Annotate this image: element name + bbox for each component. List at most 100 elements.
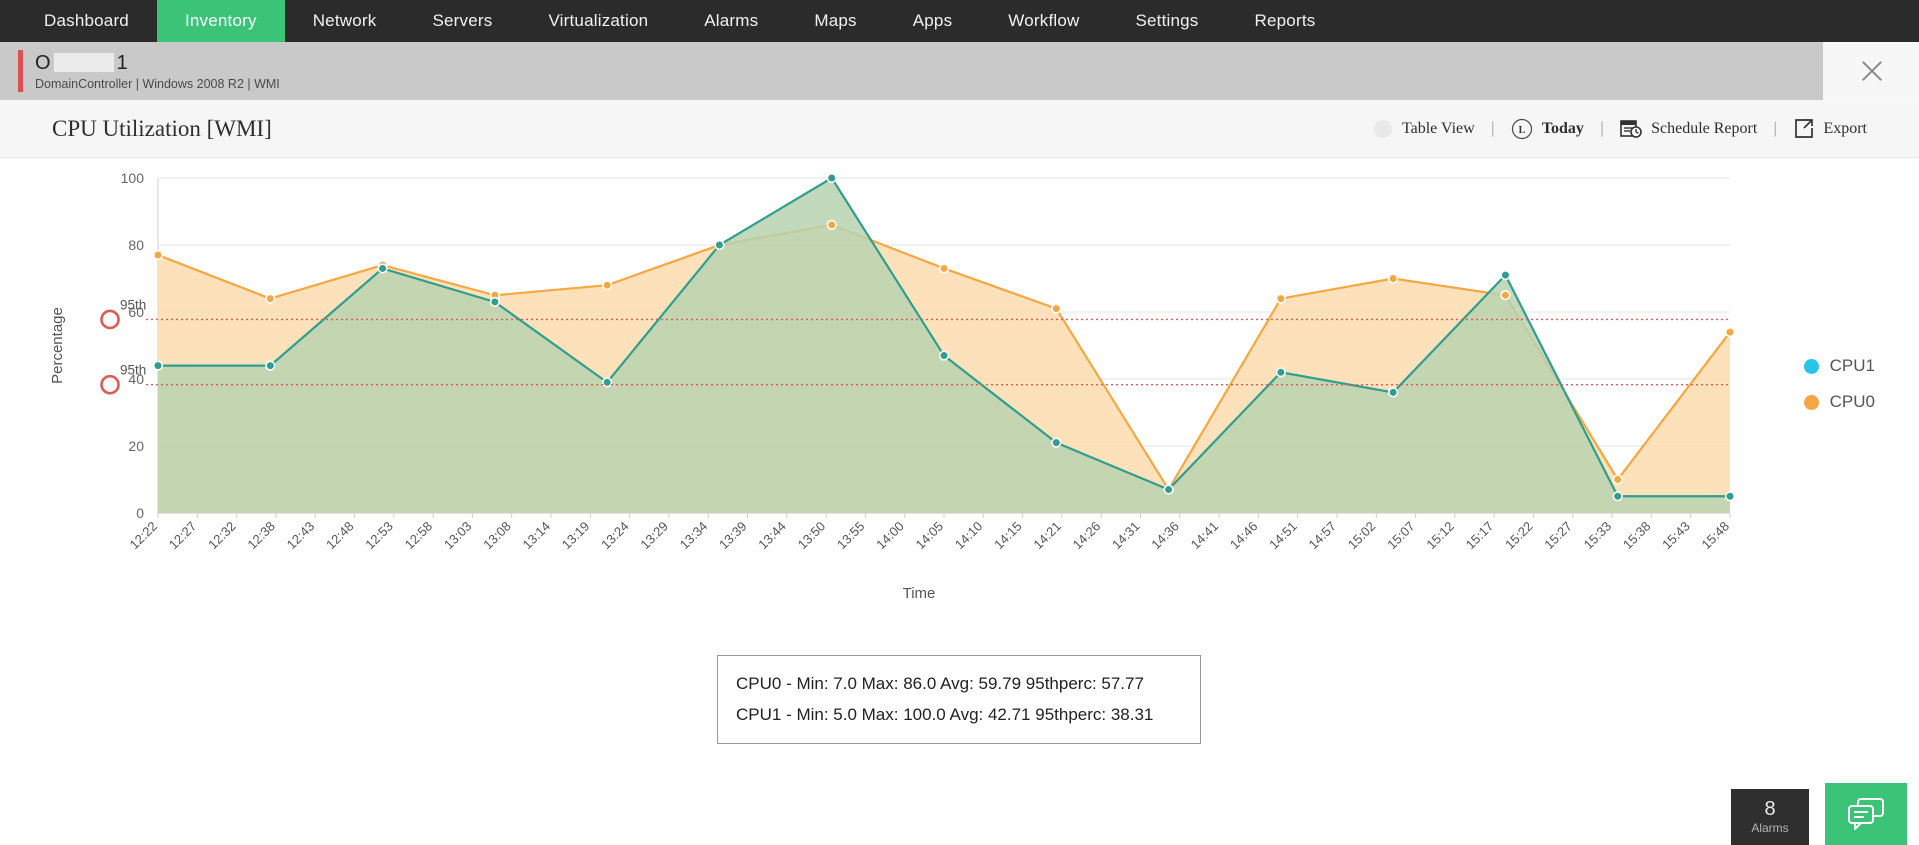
x-axis-tick-label: 14:46	[1227, 519, 1261, 553]
percentile-marker-cpu0[interactable]	[102, 311, 119, 328]
nav-item-dashboard[interactable]: Dashboard	[16, 0, 157, 42]
nav-item-inventory[interactable]: Inventory	[157, 0, 285, 42]
device-name: O 1	[35, 52, 280, 74]
data-point-cpu1[interactable]	[940, 351, 949, 360]
y-axis-tick-label: 80	[128, 237, 144, 253]
clock-icon: L	[1511, 118, 1533, 140]
legend-item-cpu1[interactable]: CPU1	[1804, 356, 1875, 376]
x-axis-tick-label: 13:34	[677, 519, 711, 553]
data-point-cpu1[interactable]	[1277, 368, 1286, 377]
x-axis-tick-label: 15:27	[1541, 519, 1575, 553]
toolbar-schedule-report-button[interactable]: Schedule Report	[1606, 118, 1771, 139]
data-point-cpu0[interactable]	[1277, 294, 1286, 303]
x-axis-tick-label: 15:43	[1659, 519, 1693, 553]
data-point-cpu1[interactable]	[1164, 485, 1173, 494]
toolbar-today-button[interactable]: L Today	[1497, 118, 1598, 140]
x-axis-tick-label: 13:44	[755, 519, 789, 553]
data-point-cpu0[interactable]	[1501, 291, 1510, 300]
x-axis-tick-label: 13:24	[598, 519, 632, 553]
close-button[interactable]	[1823, 42, 1919, 100]
x-axis-tick-label: 12:27	[166, 519, 200, 553]
data-point-cpu0[interactable]	[1726, 328, 1735, 337]
data-point-cpu0[interactable]	[154, 251, 163, 260]
data-point-cpu0[interactable]	[1389, 274, 1398, 283]
y-axis-tick-label: 100	[121, 170, 145, 186]
chat-widget[interactable]	[1825, 783, 1907, 845]
device-name-prefix: O	[35, 52, 51, 74]
x-axis-tick-label: 14:21	[1030, 519, 1064, 553]
percentile-marker-cpu1[interactable]	[102, 376, 119, 393]
legend-swatch-icon	[1804, 395, 1819, 410]
toolbar-table-view-button[interactable]: Table View	[1359, 119, 1489, 139]
x-axis-tick-label: 15:12	[1423, 519, 1457, 553]
data-point-cpu0[interactable]	[1613, 475, 1622, 484]
data-point-cpu0[interactable]	[1052, 304, 1061, 313]
percentile-label-cpu0: 95th	[120, 297, 146, 312]
x-axis-tick-label: 12:58	[402, 519, 436, 553]
x-axis-tick-label: 15:07	[1384, 519, 1418, 553]
x-axis-tick-label: 13:55	[834, 519, 868, 553]
x-axis-tick-label: 13:08	[480, 519, 514, 553]
x-axis-tick-label: 14:10	[952, 519, 986, 553]
legend-label: CPU0	[1830, 392, 1875, 412]
x-axis-tick-label: 14:31	[1109, 519, 1143, 553]
data-point-cpu1[interactable]	[1052, 438, 1061, 447]
data-point-cpu0[interactable]	[266, 294, 275, 303]
y-axis-tick-label: 0	[136, 505, 144, 521]
toolbar-separator: |	[1771, 120, 1779, 138]
data-point-cpu0[interactable]	[603, 281, 612, 290]
toolbar-export-button[interactable]: Export	[1779, 118, 1881, 139]
data-point-cpu1[interactable]	[266, 361, 275, 370]
toolbar-label: Table View	[1402, 120, 1475, 138]
data-point-cpu1[interactable]	[378, 264, 387, 273]
data-point-cpu1[interactable]	[827, 174, 836, 183]
chart-titlebar: CPU Utilization [WMI] Table View|LToday|…	[0, 100, 1919, 158]
stats-line: CPU0 - Min: 7.0 Max: 86.0 Avg: 59.79 95t…	[736, 668, 1182, 699]
nav-item-workflow[interactable]: Workflow	[980, 0, 1107, 42]
chart-legend: CPU1 CPU0	[1804, 356, 1875, 412]
svg-text:L: L	[1518, 125, 1525, 136]
nav-item-servers[interactable]: Servers	[404, 0, 520, 42]
y-axis-tick-label: 20	[128, 438, 144, 454]
cpu-utilization-area-chart: 020406080100Percentage95th95th12:2212:27…	[0, 158, 1919, 618]
table-view-icon	[1373, 119, 1393, 139]
data-point-cpu1[interactable]	[715, 241, 724, 250]
chart-toolbar: Table View|LToday|Schedule Report|Export	[1359, 118, 1881, 140]
nav-item-maps[interactable]: Maps	[786, 0, 884, 42]
nav-item-alarms[interactable]: Alarms	[676, 0, 786, 42]
nav-item-settings[interactable]: Settings	[1107, 0, 1226, 42]
data-point-cpu1[interactable]	[1501, 271, 1510, 280]
alarms-widget[interactable]: 8 Alarms	[1731, 789, 1809, 845]
nav-item-virtualization[interactable]: Virtualization	[520, 0, 676, 42]
x-axis-tick-label: 13:03	[441, 519, 475, 553]
legend-label: CPU1	[1830, 356, 1875, 376]
data-point-cpu1[interactable]	[1726, 492, 1735, 501]
data-point-cpu1[interactable]	[1389, 388, 1398, 397]
toolbar-label: Today	[1542, 120, 1584, 138]
x-axis-tick-label: 14:15	[991, 519, 1025, 553]
data-point-cpu0[interactable]	[827, 221, 836, 230]
data-point-cpu1[interactable]	[491, 298, 500, 307]
data-point-cpu1[interactable]	[1613, 492, 1622, 501]
x-axis-tick-label: 14:00	[873, 519, 907, 553]
toolbar-separator: |	[1598, 120, 1606, 138]
device-name-redacted	[54, 53, 114, 72]
x-axis-tick-label: 14:26	[1070, 519, 1104, 553]
export-share-icon	[1793, 118, 1814, 139]
legend-item-cpu0[interactable]: CPU0	[1804, 392, 1875, 412]
x-axis-tick-label: 13:19	[559, 519, 593, 553]
x-axis-tick-label: 12:43	[284, 519, 318, 553]
x-axis-tick-label: 15:22	[1502, 519, 1536, 553]
data-point-cpu0[interactable]	[940, 264, 949, 273]
nav-item-network[interactable]: Network	[285, 0, 405, 42]
x-axis-tick-label: 14:51	[1266, 519, 1300, 553]
x-axis-tick-label: 14:05	[913, 519, 947, 553]
data-point-cpu1[interactable]	[154, 361, 163, 370]
x-axis-tick-label: 15:38	[1620, 519, 1654, 553]
x-axis-tick-label: 14:57	[1306, 519, 1340, 553]
nav-item-reports[interactable]: Reports	[1227, 0, 1344, 42]
x-axis-tick-label: 14:36	[1148, 519, 1182, 553]
nav-item-apps[interactable]: Apps	[885, 0, 981, 42]
close-icon	[1858, 58, 1884, 84]
x-axis-title: Time	[903, 585, 936, 602]
